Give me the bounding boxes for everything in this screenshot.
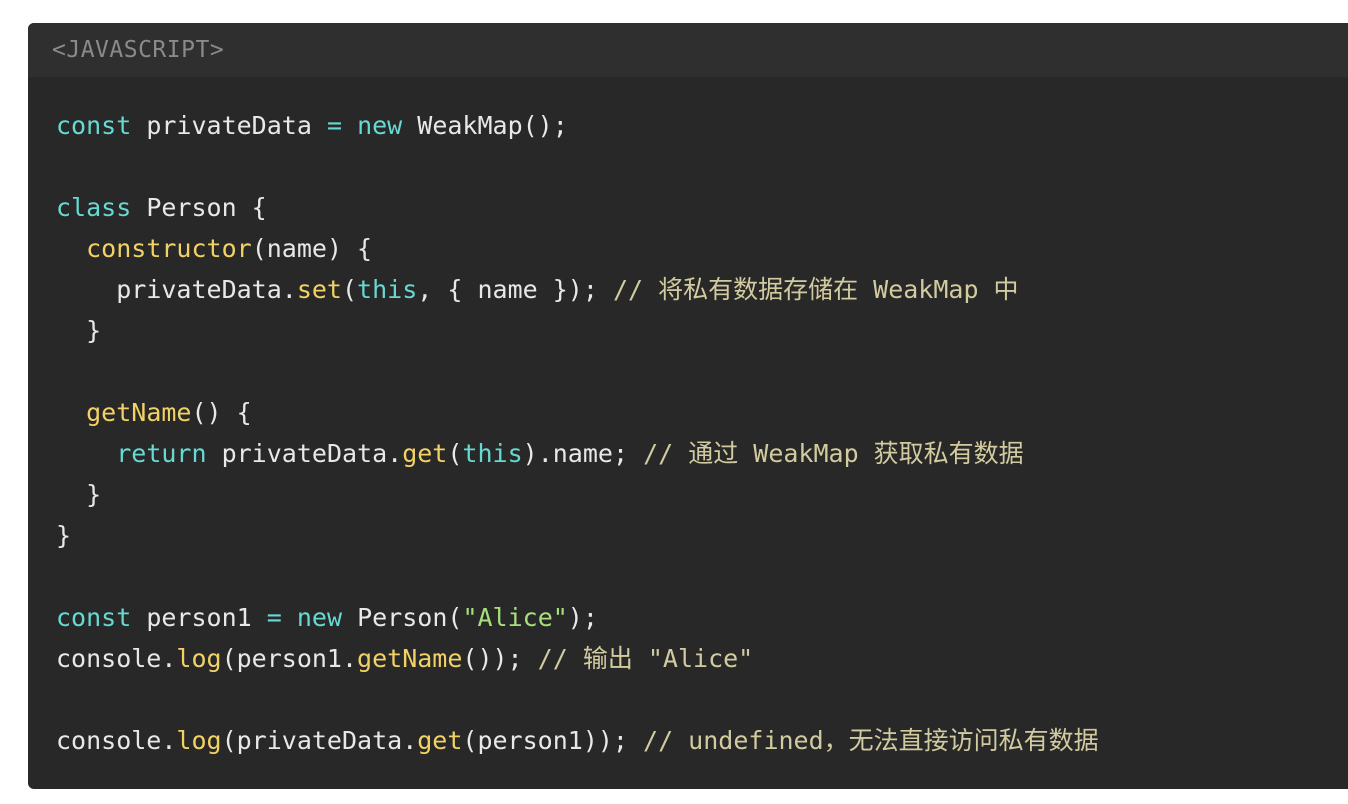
code-token: privateData. (206, 439, 403, 468)
code-header: <JAVASCRIPT> (28, 23, 1348, 77)
code-token: (person1)); (462, 726, 644, 755)
code-token: const (56, 603, 132, 632)
code-token: console. (56, 644, 177, 673)
code-token: ( (447, 439, 463, 468)
code-block: <JAVASCRIPT> const privateData = new Wea… (28, 23, 1348, 789)
code-token: privateData (131, 111, 327, 140)
code-token: ).name; (522, 439, 644, 468)
code-token: log (176, 644, 222, 673)
code-token: Person { (131, 193, 267, 222)
code-token: WeakMap(); (402, 111, 568, 140)
code-line: getName() { (56, 392, 1348, 433)
code-token: (privateData. (221, 726, 418, 755)
code-token: getName (86, 398, 192, 427)
code-line: } (56, 515, 1348, 556)
code-token: ()); (462, 644, 538, 673)
code-token: get (417, 726, 463, 755)
code-token: new (357, 111, 403, 140)
code-token: } (56, 316, 102, 345)
code-token: this (357, 275, 418, 304)
code-token: // 通过 WeakMap 获取私有数据 (643, 439, 1024, 468)
code-token: log (176, 726, 222, 755)
code-token: // 将私有数据存储在 WeakMap 中 (612, 275, 1019, 304)
code-token: } (56, 480, 102, 509)
code-body[interactable]: const privateData = new WeakMap(); class … (28, 77, 1348, 761)
code-token: (name) { (251, 234, 373, 263)
code-token: = (326, 111, 342, 140)
code-token: ( (341, 275, 358, 304)
code-line: console.log(person1.getName()); // 输出 "A… (56, 638, 1348, 679)
code-token: // undefined，无法直接访问私有数据 (643, 726, 1099, 755)
code-token: } (56, 521, 72, 550)
code-line: const privateData = new WeakMap(); (56, 105, 1348, 146)
code-token: person1 (131, 603, 267, 632)
code-token: // 输出 "Alice" (537, 644, 754, 673)
code-token: this (462, 439, 523, 468)
code-token: new (296, 603, 343, 632)
code-line: constructor(name) { (56, 228, 1348, 269)
language-label: <JAVASCRIPT> (52, 37, 225, 63)
code-line: } (56, 310, 1348, 351)
code-token: (person1. (221, 644, 358, 673)
code-line: const person1 = new Person("Alice"); (56, 597, 1348, 638)
code-token: ); (567, 603, 598, 632)
code-line: console.log(privateData.get(person1)); /… (56, 720, 1348, 761)
code-token: set (296, 275, 342, 304)
code-token: const (56, 111, 132, 140)
code-line: return privateData.get(this).name; // 通过… (56, 433, 1348, 474)
code-token: () { (191, 398, 252, 427)
code-token: privateData. (56, 275, 297, 304)
code-token: Person( (342, 603, 463, 632)
code-token: constructor (86, 234, 252, 263)
code-token: getName (357, 644, 463, 673)
code-token: = (266, 603, 282, 632)
code-line: privateData.set(this, { name }); // 将私有数… (56, 269, 1348, 310)
code-line: class Person { (56, 187, 1348, 228)
code-token: class (56, 193, 132, 222)
code-token: get (402, 439, 448, 468)
code-line: } (56, 474, 1348, 515)
code-token: return (116, 439, 207, 468)
code-token: "Alice" (462, 603, 568, 632)
code-token: console. (56, 726, 177, 755)
code-token: , { name }); (417, 275, 613, 304)
